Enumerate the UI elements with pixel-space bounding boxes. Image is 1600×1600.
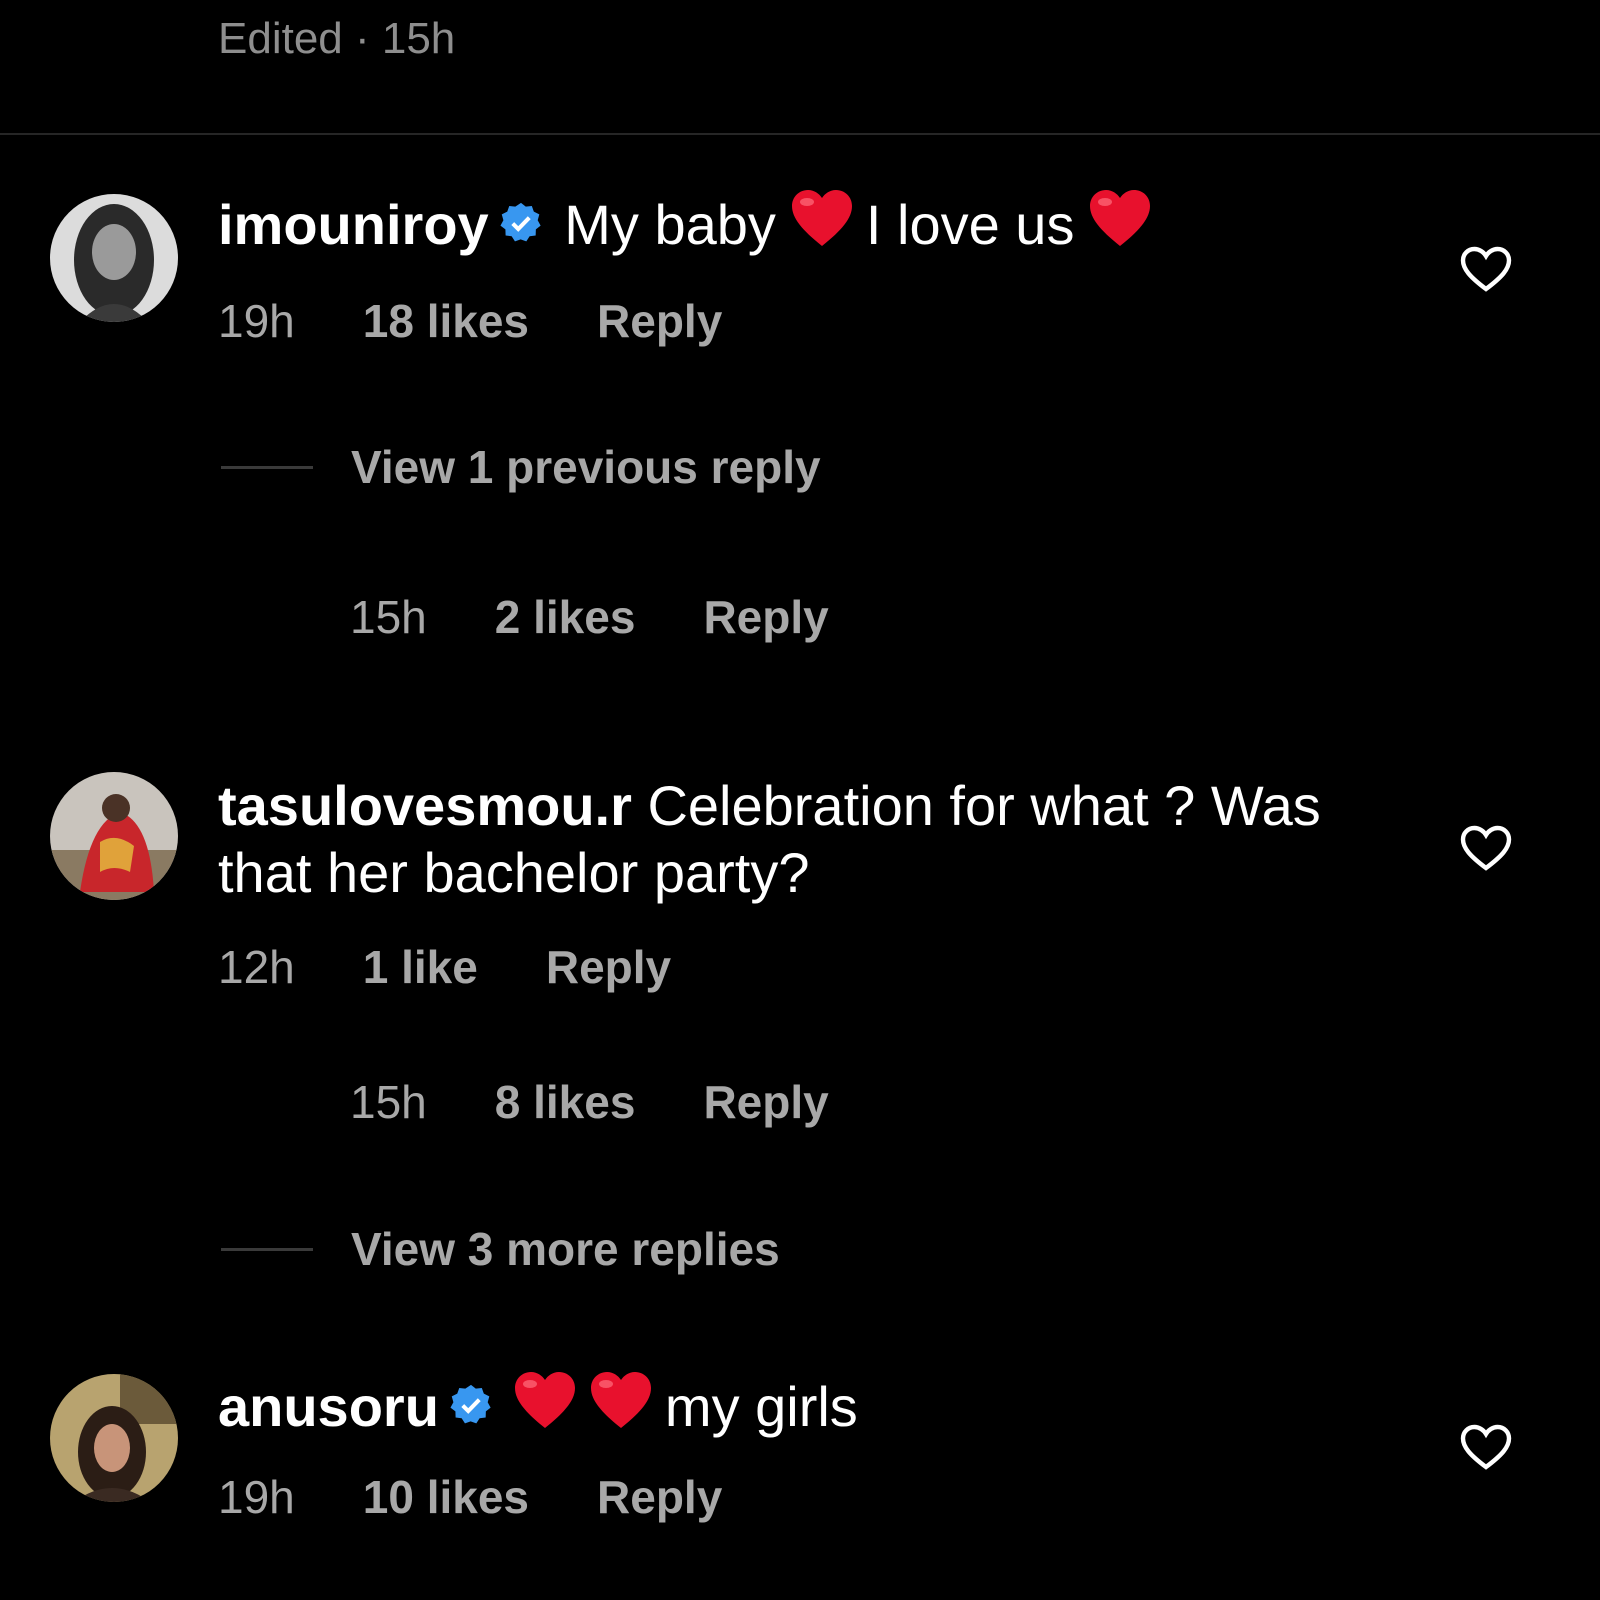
- verified-badge-icon: [449, 1374, 493, 1441]
- reply-time: 15h: [350, 1076, 427, 1128]
- comment-username[interactable]: imouniroy: [218, 193, 489, 256]
- comment-username[interactable]: tasulovesmou.r: [218, 774, 632, 837]
- reply-button[interactable]: Reply: [703, 1075, 828, 1129]
- verified-badge-icon: [499, 192, 543, 259]
- comment-likes[interactable]: 18 likes: [363, 294, 529, 348]
- view-more-replies[interactable]: View 3 more replies: [221, 1222, 780, 1276]
- red-heart-emoji-icon: [790, 188, 854, 262]
- thread-line: [221, 465, 313, 469]
- comment-body: tasulovesmou.r Celebration for what ? Wa…: [218, 772, 1378, 906]
- view-replies-label[interactable]: View 3 more replies: [351, 1222, 780, 1276]
- reply-time: 15h: [350, 591, 427, 643]
- reply-button[interactable]: Reply: [703, 590, 828, 644]
- comment-time: 12h: [218, 941, 295, 993]
- reply-meta: 15h 2 likes Reply: [350, 590, 829, 644]
- heart-outline-icon[interactable]: [1460, 1424, 1512, 1470]
- red-heart-emoji-icon: [1088, 188, 1152, 262]
- avatar-anusoru[interactable]: [50, 1374, 178, 1502]
- comment-username[interactable]: anusoru: [218, 1375, 439, 1438]
- reply-likes[interactable]: 8 likes: [495, 1075, 636, 1129]
- heart-outline-icon[interactable]: [1460, 246, 1512, 292]
- red-heart-emoji-icon: [513, 1370, 577, 1444]
- divider: [0, 133, 1600, 135]
- comment-time: 19h: [218, 1471, 295, 1523]
- comment-time: 19h: [218, 295, 295, 347]
- reply-button[interactable]: Reply: [597, 294, 722, 348]
- avatar-imouniroy[interactable]: [50, 194, 178, 322]
- comment-meta: 19h 18 likes Reply: [218, 294, 722, 348]
- view-previous-replies[interactable]: View 1 previous reply: [221, 440, 821, 494]
- comment-text-2: I love us: [865, 192, 1075, 256]
- comment-body: imouniroy My baby I love us: [218, 188, 1378, 270]
- avatar-tasulovesmou[interactable]: [50, 772, 178, 900]
- comment-meta: 12h 1 like Reply: [218, 940, 671, 994]
- comment-body: anusoru my girls: [218, 1370, 1378, 1452]
- reply-likes[interactable]: 2 likes: [495, 590, 636, 644]
- reply-button[interactable]: Reply: [597, 1470, 722, 1524]
- comment-meta: 19h 10 likes Reply: [218, 1470, 722, 1524]
- edited-timestamp: Edited · 15h: [218, 14, 456, 63]
- comment-text: My baby: [564, 192, 776, 256]
- comment-text: my girls: [664, 1374, 858, 1438]
- heart-outline-icon[interactable]: [1460, 825, 1512, 871]
- thread-line: [221, 1247, 313, 1251]
- comment-likes[interactable]: 10 likes: [363, 1470, 529, 1524]
- view-replies-label[interactable]: View 1 previous reply: [351, 440, 821, 494]
- red-heart-emoji-icon: [589, 1370, 653, 1444]
- comment-likes[interactable]: 1 like: [363, 940, 478, 994]
- reply-button[interactable]: Reply: [546, 940, 671, 994]
- reply-meta: 15h 8 likes Reply: [350, 1075, 829, 1129]
